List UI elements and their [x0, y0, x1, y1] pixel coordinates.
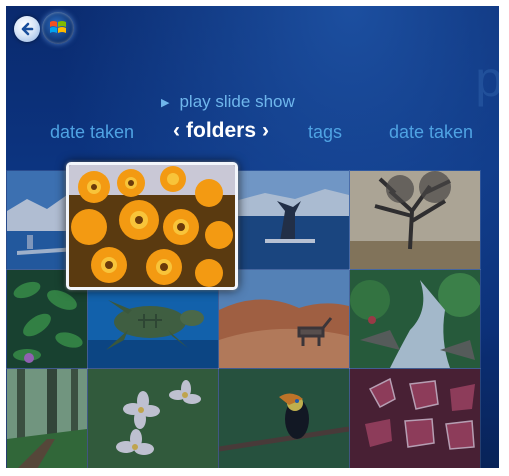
view-selector: date taken ‹ folders › tags date taken: [6, 119, 499, 148]
toucan-photo: [219, 369, 349, 468]
photo-gallery-grid: [6, 162, 499, 468]
tab-folders-label: folders: [186, 119, 257, 142]
photo-tile-selected[interactable]: [66, 162, 238, 290]
tree-photo: [350, 171, 480, 269]
tab-date-taken-right[interactable]: date taken: [389, 122, 473, 143]
chevron-right-icon[interactable]: ›: [256, 119, 275, 142]
section-title-partial: p: [475, 51, 499, 107]
back-arrow-icon: [21, 22, 34, 36]
photo-tile[interactable]: [349, 368, 481, 468]
back-button[interactable]: [14, 16, 40, 42]
flowers-photo: [69, 165, 235, 287]
photo-tile[interactable]: [218, 368, 350, 468]
photo-tile[interactable]: [6, 368, 88, 468]
windows-logo-icon: [50, 21, 66, 33]
photo-tile[interactable]: [87, 368, 219, 468]
frangipani-photo: [88, 369, 218, 468]
photo-tile[interactable]: [234, 170, 350, 270]
media-center-window: p ▶ play slide show date taken ‹ folders ›…: [6, 6, 499, 468]
red-leaves-photo: [350, 369, 480, 468]
photo-tile[interactable]: [349, 170, 481, 270]
desert-photo: [219, 270, 349, 368]
tab-date-taken-left[interactable]: date taken: [50, 122, 134, 143]
waterfall-photo: [350, 270, 480, 368]
tab-folders[interactable]: ‹ folders ›: [167, 119, 275, 143]
tab-tags[interactable]: tags: [308, 122, 342, 143]
whale-photo: [235, 171, 349, 269]
play-slide-show-button[interactable]: ▶ play slide show: [161, 92, 295, 112]
photo-tile[interactable]: [349, 269, 481, 369]
chevron-left-icon[interactable]: ‹: [167, 119, 186, 142]
forest-photo: [7, 369, 87, 468]
play-slide-show-label: play slide show: [179, 92, 295, 111]
start-button[interactable]: [42, 12, 74, 44]
play-triangle-icon: ▶: [161, 96, 170, 109]
